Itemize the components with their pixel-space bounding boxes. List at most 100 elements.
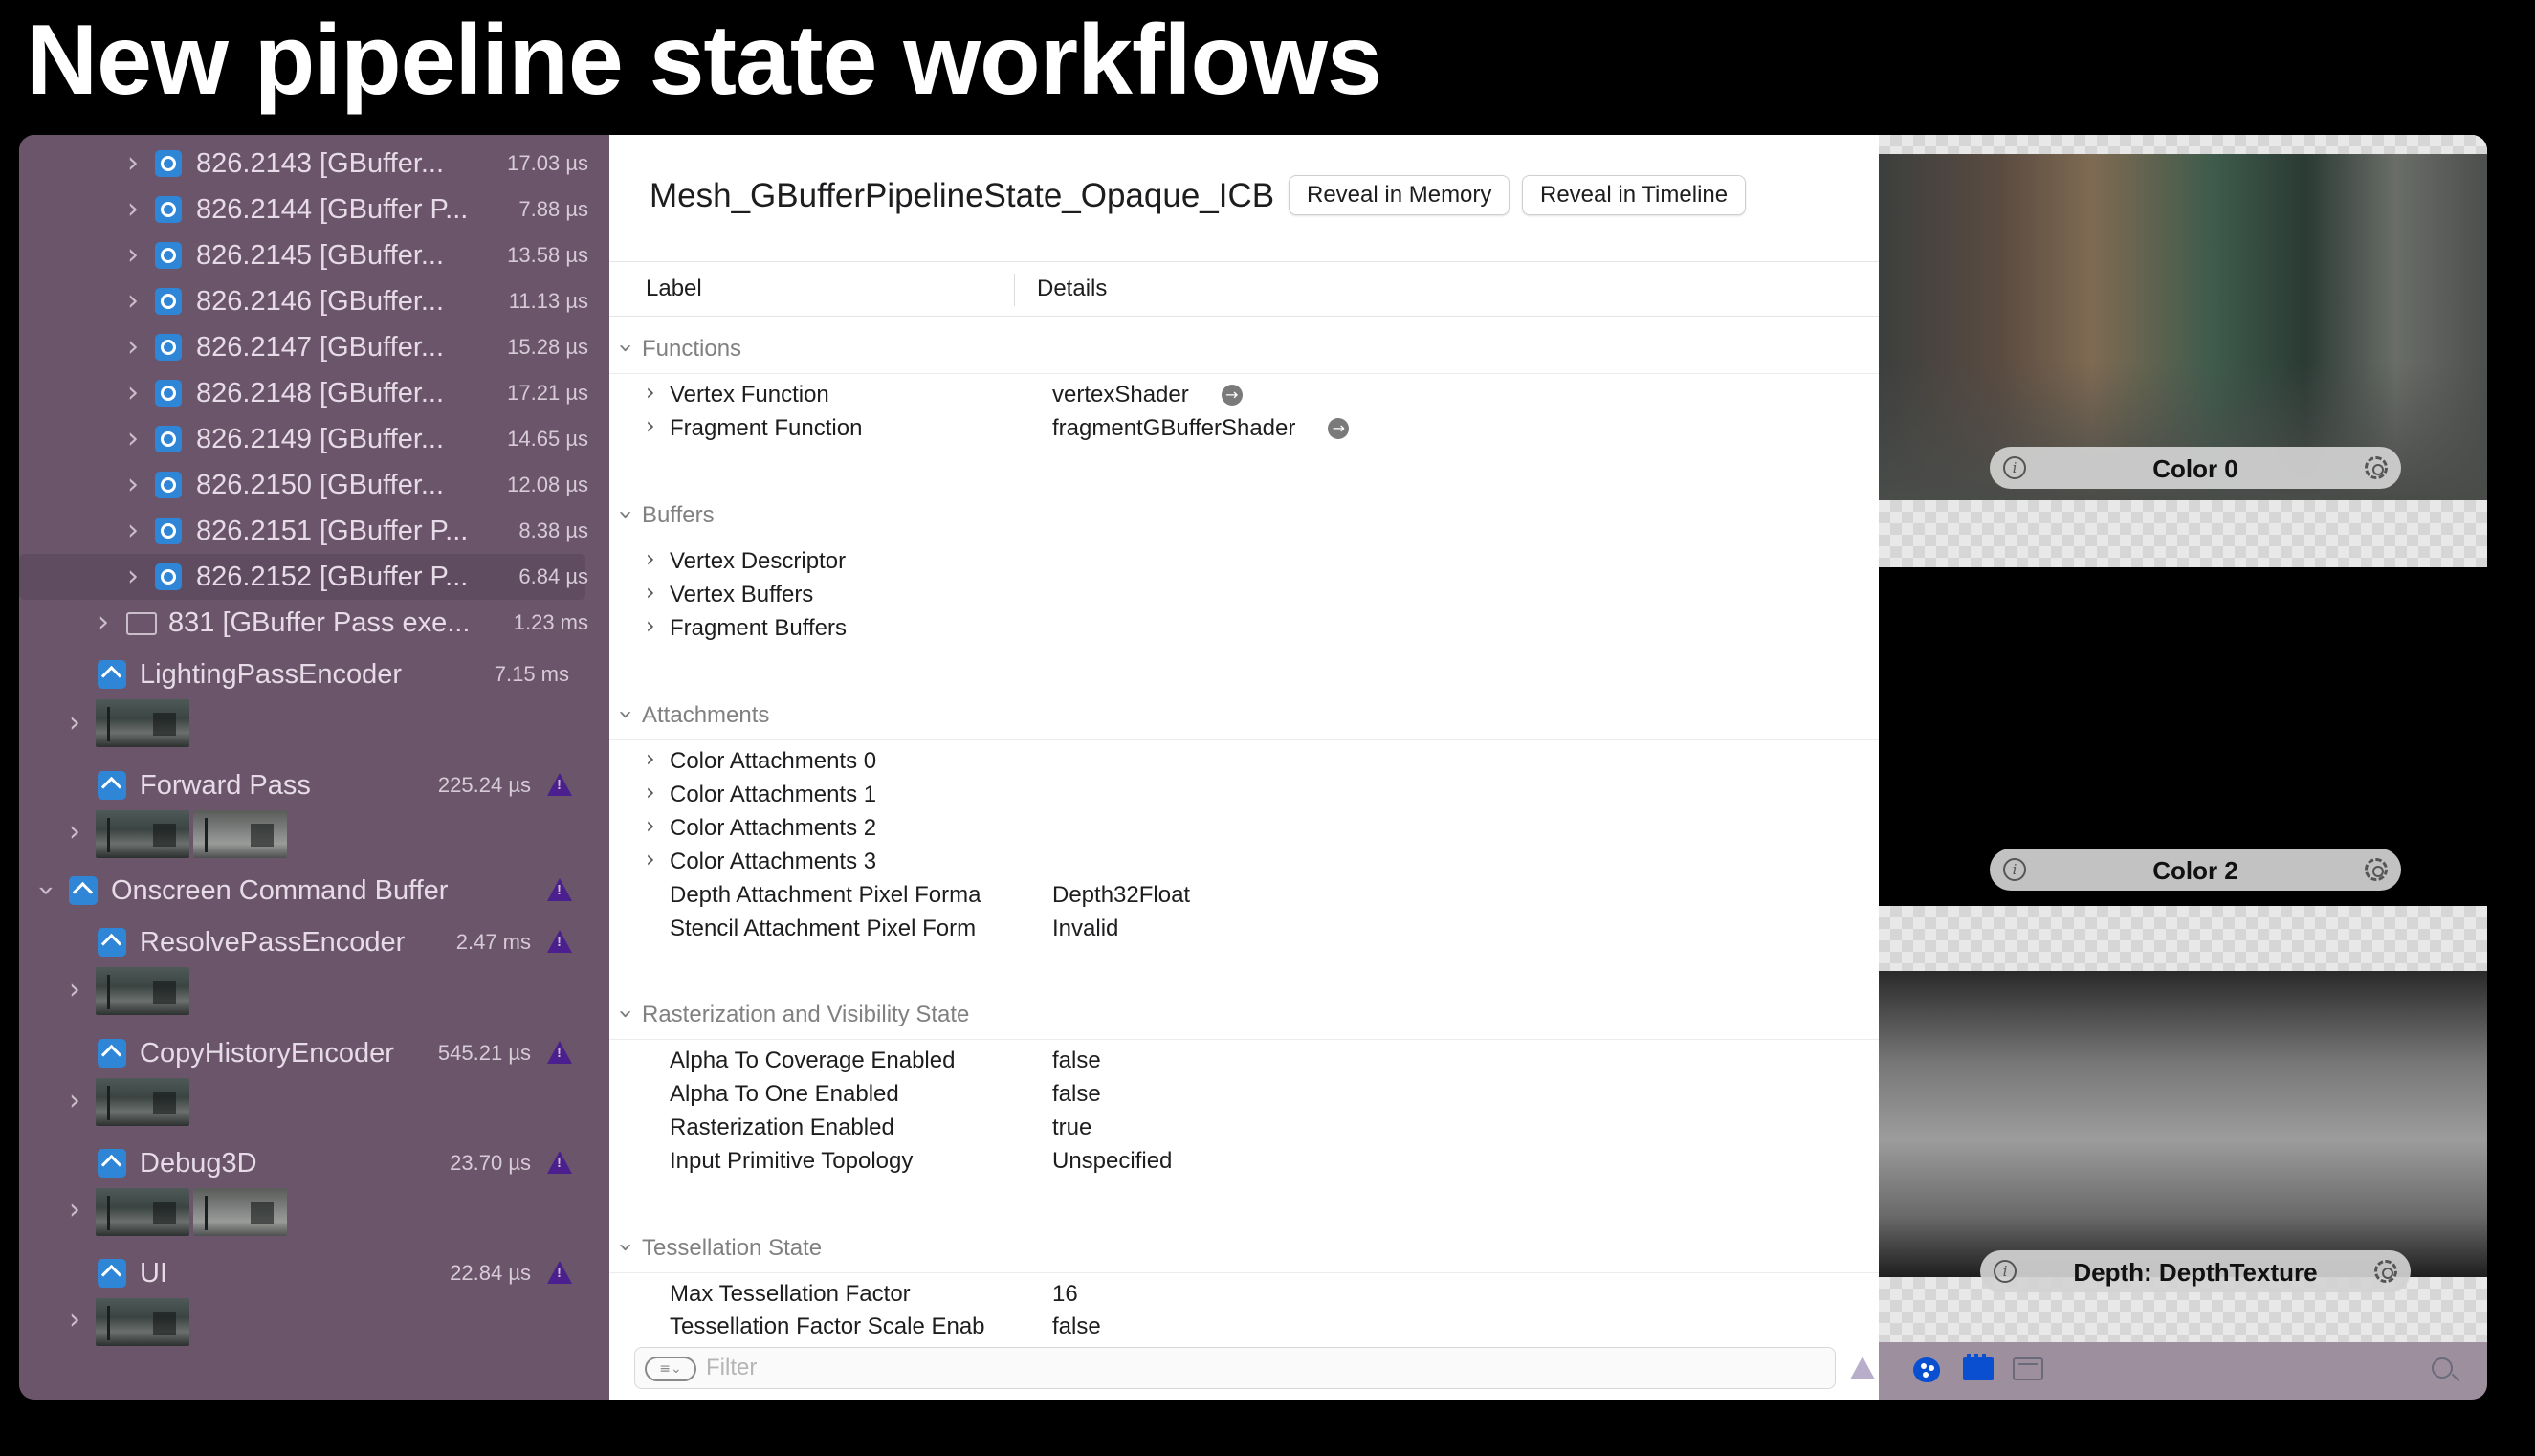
chevron-right-icon[interactable]: › (69, 967, 80, 1013)
chevron-right-icon[interactable]: › (127, 416, 139, 462)
film-icon[interactable] (1963, 1354, 1994, 1380)
filter-field[interactable]: ≡⌄ (634, 1347, 1836, 1389)
chevron-right-icon[interactable]: › (69, 700, 80, 746)
property-row[interactable]: Alpha To Coverage Enabled false (609, 1046, 1879, 1078)
chevron-right-icon[interactable]: › (646, 745, 655, 772)
chevron-right-icon[interactable]: › (646, 579, 655, 606)
chevron-right-icon[interactable]: › (69, 809, 80, 855)
draw-call-row[interactable]: › 826.2150 [GBuffer... 12.08 µs (19, 462, 609, 508)
property-row[interactable]: Input Primitive Topology Unspecified (609, 1146, 1879, 1179)
section-functions[interactable]: › Functions (609, 326, 1879, 374)
draw-call-row-selected[interactable]: › 826.2152 [GBuffer P... 6.84 µs (19, 554, 588, 600)
column-divider[interactable] (1014, 274, 1015, 306)
encoder-thumbnail[interactable] (96, 810, 189, 858)
property-row[interactable]: › Fragment Function fragmentGBufferShade… (609, 412, 1879, 446)
encoder-row[interactable]: Forward Pass 225.24 µs (19, 762, 609, 808)
chevron-right-icon[interactable]: › (646, 379, 655, 406)
depth-preview[interactable] (1879, 971, 2487, 1277)
chevron-right-icon[interactable]: › (127, 554, 139, 600)
gear-icon[interactable] (2365, 858, 2388, 881)
property-row[interactable]: Max Tessellation Factor 16 (609, 1279, 1879, 1312)
encoder-thumbnail[interactable] (96, 1188, 189, 1236)
chevron-right-icon[interactable]: › (127, 324, 139, 370)
encoder-thumbnail[interactable] (96, 967, 189, 1015)
draw-call-row[interactable]: › 826.2147 [GBuffer... 15.28 µs (19, 324, 609, 370)
property-row[interactable]: Alpha To One Enabled false (609, 1079, 1879, 1112)
draw-call-row[interactable]: › 826.2144 [GBuffer P... 7.88 µs (19, 187, 609, 232)
chevron-right-icon[interactable]: › (127, 370, 139, 416)
encoder-row[interactable]: ResolvePassEncoder 2.47 ms (19, 919, 609, 965)
command-buffer-row[interactable]: › Onscreen Command Buffer (19, 868, 609, 914)
section-buffers[interactable]: › Buffers (609, 493, 1879, 540)
group-row[interactable]: › 831 [GBuffer Pass exe... 1.23 ms (19, 600, 609, 646)
encoder-thumbnail[interactable] (96, 1078, 189, 1126)
warning-filter-icon[interactable] (1850, 1357, 1875, 1379)
encoder-thumbnail[interactable] (193, 1188, 287, 1236)
chevron-right-icon[interactable]: › (69, 1078, 80, 1124)
encoder-thumbnail[interactable] (193, 810, 287, 858)
chevron-down-icon[interactable]: › (23, 885, 69, 896)
warning-icon[interactable] (547, 1261, 572, 1284)
chevron-right-icon[interactable]: › (127, 462, 139, 508)
chevron-down-icon[interactable]: › (611, 1009, 640, 1019)
frame-icon[interactable] (2013, 1357, 2043, 1380)
draw-call-row[interactable]: › 826.2149 [GBuffer... 14.65 µs (19, 416, 609, 462)
property-row[interactable]: Tessellation Factor Scale Enab false (609, 1312, 1879, 1335)
property-row[interactable]: Rasterization Enabled true (609, 1113, 1879, 1145)
chevron-right-icon[interactable]: › (127, 141, 139, 187)
chevron-right-icon[interactable]: › (646, 545, 655, 572)
property-row[interactable]: › Color Attachments 0 (609, 745, 1879, 779)
chevron-down-icon[interactable]: › (611, 510, 640, 519)
section-tessellation[interactable]: › Tessellation State (609, 1225, 1879, 1273)
zoom-icon[interactable] (2432, 1357, 2453, 1379)
palette-icon[interactable] (1913, 1357, 1940, 1382)
property-row[interactable]: Stencil Attachment Pixel Form Invalid (609, 914, 1879, 946)
chevron-right-icon[interactable]: › (127, 278, 139, 324)
chevron-right-icon[interactable]: › (646, 412, 655, 439)
filter-options-icon[interactable]: ≡⌄ (645, 1357, 696, 1381)
encoder-thumbnail[interactable] (96, 1298, 189, 1346)
warning-icon[interactable] (547, 773, 572, 796)
draw-call-row[interactable]: › 826.2146 [GBuffer... 11.13 µs (19, 278, 609, 324)
chevron-down-icon[interactable]: › (611, 710, 640, 719)
property-row[interactable]: › Color Attachments 2 (609, 812, 1879, 846)
draw-call-row[interactable]: › 826.2151 [GBuffer P... 8.38 µs (19, 508, 609, 554)
encoder-row[interactable]: CopyHistoryEncoder 545.21 µs (19, 1030, 609, 1076)
chevron-right-icon[interactable]: › (646, 779, 655, 805)
reveal-in-memory-button[interactable]: Reveal in Memory (1289, 175, 1510, 215)
property-row[interactable]: › Color Attachments 1 (609, 779, 1879, 812)
warning-icon[interactable] (547, 1151, 572, 1174)
encoder-row[interactable]: LightingPassEncoder 7.15 ms (19, 651, 609, 697)
details-column-header[interactable]: Details (1037, 276, 1107, 302)
property-row[interactable]: › Color Attachments 3 (609, 846, 1879, 879)
chevron-right-icon[interactable]: › (646, 846, 655, 872)
navigate-arrow-icon[interactable]: → (1221, 385, 1243, 406)
chevron-right-icon[interactable]: › (127, 508, 139, 554)
chevron-down-icon[interactable]: › (611, 343, 640, 353)
reveal-in-timeline-button[interactable]: Reveal in Timeline (1522, 175, 1747, 215)
draw-call-row[interactable]: › 826.2145 [GBuffer... 13.58 µs (19, 232, 609, 278)
encoder-thumbnail[interactable] (96, 699, 189, 747)
warning-icon[interactable] (547, 878, 572, 901)
chevron-right-icon[interactable]: › (646, 612, 655, 639)
property-row[interactable]: › Vertex Function vertexShader → (609, 379, 1879, 412)
property-row[interactable]: › Vertex Buffers (609, 579, 1879, 612)
section-rasterization[interactable]: › Rasterization and Visibility State (609, 992, 1879, 1040)
property-row[interactable]: › Fragment Buffers (609, 612, 1879, 646)
gear-icon[interactable] (2365, 456, 2388, 479)
encoder-row[interactable]: UI 22.84 µs (19, 1250, 609, 1296)
gear-icon[interactable] (2374, 1260, 2397, 1283)
chevron-right-icon[interactable]: › (127, 187, 139, 232)
property-row[interactable]: › Vertex Descriptor (609, 545, 1879, 579)
warning-icon[interactable] (547, 1041, 572, 1064)
property-row[interactable]: Depth Attachment Pixel Forma Depth32Floa… (609, 880, 1879, 913)
chevron-right-icon[interactable]: › (98, 600, 109, 646)
chevron-right-icon[interactable]: › (127, 232, 139, 278)
section-attachments[interactable]: › Attachments (609, 693, 1879, 740)
draw-call-row[interactable]: › 826.2148 [GBuffer... 17.21 µs (19, 370, 609, 416)
chevron-right-icon[interactable]: › (69, 1297, 80, 1343)
label-column-header[interactable]: Label (646, 276, 702, 302)
warning-icon[interactable] (547, 930, 572, 953)
chevron-down-icon[interactable]: › (611, 1243, 640, 1252)
encoder-row[interactable]: Debug3D 23.70 µs (19, 1140, 609, 1186)
